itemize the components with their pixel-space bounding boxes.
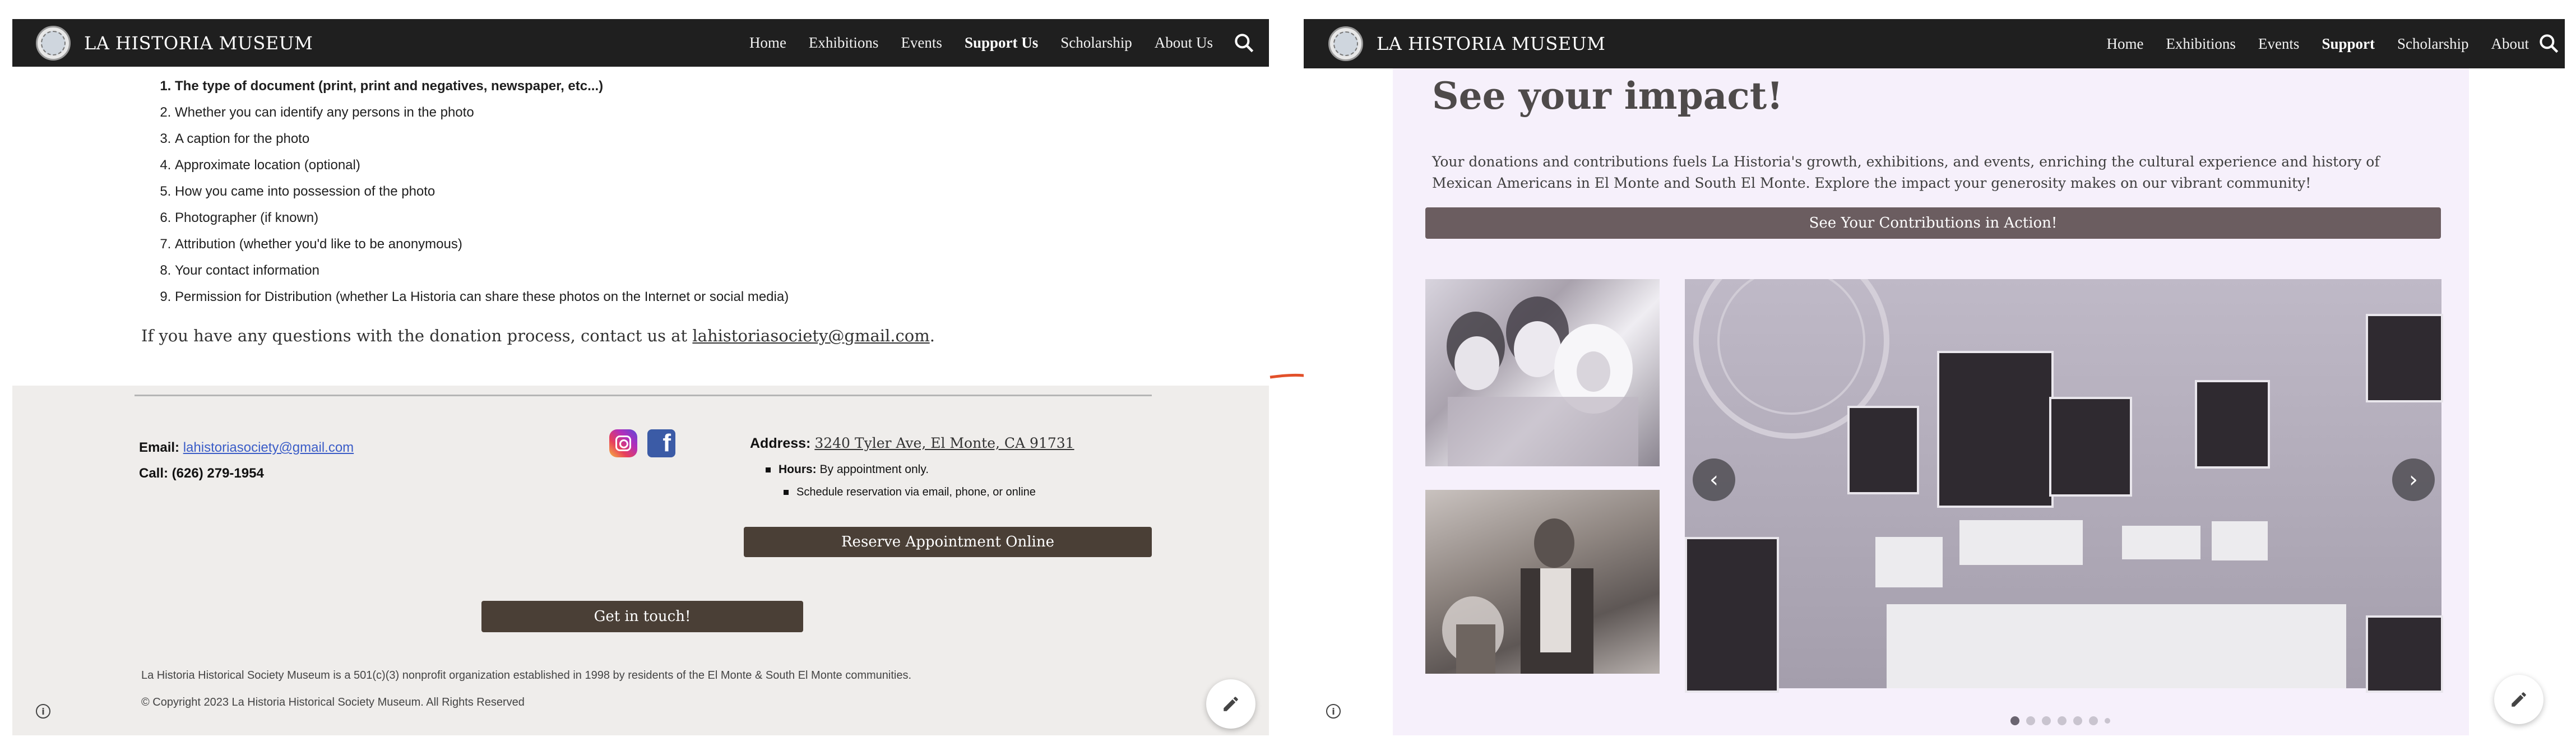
reserve-appointment-button[interactable]: Reserve Appointment Online xyxy=(744,527,1152,557)
exhibit-caption xyxy=(1959,520,2083,565)
nav-links: Home Exhibitions Events Support Us Schol… xyxy=(749,19,1213,67)
carousel-next-button[interactable]: › xyxy=(2392,458,2435,501)
list-item: A caption for the photo xyxy=(175,126,789,152)
man-portrait-art xyxy=(1442,518,1593,674)
carousel-dot[interactable] xyxy=(2026,716,2035,725)
carousel-prev-button[interactable]: ‹ xyxy=(1693,458,1735,501)
social-links: f xyxy=(609,429,675,457)
nav-about-us[interactable]: About Us xyxy=(1155,34,1213,52)
instagram-icon[interactable] xyxy=(609,429,637,457)
nav-home[interactable]: Home xyxy=(749,34,786,52)
nav-about[interactable]: About xyxy=(2491,35,2529,53)
navbar: LA HISTORIA MUSEUM Home Exhibitions Even… xyxy=(12,19,1269,67)
list-item: Approximate location (optional) xyxy=(175,152,789,178)
exhibit-text-panel xyxy=(1887,604,2346,688)
exhibit-caption xyxy=(1875,537,1943,587)
nav-events[interactable]: Events xyxy=(901,34,942,52)
address-link[interactable]: 3240 Tyler Ave, El Monte, CA 91731 xyxy=(814,435,1074,451)
carousel-dot[interactable] xyxy=(2042,716,2051,725)
site-footer: Email: lahistoriasociety@gmail.com Call:… xyxy=(12,386,1269,735)
children-photo-art xyxy=(1447,296,1638,466)
email-label: Email: xyxy=(139,440,180,455)
exhibit-frame xyxy=(2366,314,2443,402)
carousel-dot[interactable] xyxy=(2089,716,2098,725)
search-icon[interactable] xyxy=(1232,31,1257,55)
impact-section: See your impact! Your donations and cont… xyxy=(1393,68,2469,735)
nav-support-us[interactable]: Support Us xyxy=(965,34,1038,52)
nav-links: Home Exhibitions Events Support Scholars… xyxy=(2106,19,2529,68)
phone-text: Call: (626) 279-1954 xyxy=(139,466,264,481)
nav-exhibitions[interactable]: Exhibitions xyxy=(809,34,879,52)
question-text: If you have any questions with the donat… xyxy=(141,326,688,345)
site-title[interactable]: LA HISTORIA MUSEUM xyxy=(84,33,313,54)
question-end: . xyxy=(929,326,935,345)
footer-email-link[interactable]: lahistoriasociety@gmail.com xyxy=(183,440,354,455)
footer-divider xyxy=(135,395,1152,396)
logo-seal xyxy=(1333,31,1358,56)
donation-requirements-list: The type of document (print, print and n… xyxy=(152,73,789,310)
question-email-link[interactable]: lahistoriasociety@gmail.com xyxy=(692,326,929,345)
list-item: The type of document (print, print and n… xyxy=(175,73,789,99)
carousel-dot[interactable] xyxy=(2073,716,2082,725)
carousel-indicators xyxy=(2010,716,2110,725)
man-portrait-photo[interactable] xyxy=(1425,490,1660,674)
list-item: Your contact information xyxy=(175,257,789,284)
children-photo[interactable] xyxy=(1425,279,1660,466)
pencil-icon xyxy=(1224,697,1238,711)
contributions-carousel[interactable]: ‹ › xyxy=(1685,279,2443,693)
hours-block: Hours: By appointment only. Schedule res… xyxy=(766,458,1036,503)
museum-logo[interactable] xyxy=(1328,26,1363,61)
facebook-icon[interactable]: f xyxy=(647,429,675,457)
get-in-touch-button[interactable]: Get in touch! xyxy=(481,601,803,632)
edit-button[interactable] xyxy=(1206,679,1255,729)
donation-question: If you have any questions with the donat… xyxy=(141,326,935,345)
bullet-icon xyxy=(766,467,771,472)
address-label: Address: xyxy=(750,435,811,451)
nav-events[interactable]: Events xyxy=(2258,35,2300,53)
copyright-text: © Copyright 2023 La Historia Historical … xyxy=(141,696,525,708)
exhibit-frame xyxy=(2195,380,2270,469)
bullet-icon xyxy=(784,489,789,495)
list-item: Photographer (if known) xyxy=(175,205,789,231)
museum-logo[interactable] xyxy=(36,25,71,61)
carousel-dot[interactable] xyxy=(2058,716,2067,725)
list-item: Permission for Distribution (whether La … xyxy=(175,284,789,310)
exhibit-frame xyxy=(1937,351,2054,508)
exhibit-frame xyxy=(2049,397,2132,497)
nav-support[interactable]: Support xyxy=(2322,35,2375,53)
exhibit-frame xyxy=(1847,406,1919,494)
hours-value: By appointment only. xyxy=(819,463,929,476)
hours-sub: Schedule reservation via email, phone, o… xyxy=(796,486,1036,498)
list-item: How you came into possession of the phot… xyxy=(175,178,789,205)
nonprofit-statement: La Historia Historical Society Museum is… xyxy=(141,669,912,682)
search-icon[interactable] xyxy=(2537,31,2561,56)
impact-title: See your impact! xyxy=(1432,74,1783,118)
site-title[interactable]: LA HISTORIA MUSEUM xyxy=(1377,33,1605,54)
carousel-dot[interactable] xyxy=(2105,718,2110,724)
carousel-dot[interactable] xyxy=(2010,716,2019,725)
left-screenshot: LA HISTORIA MUSEUM Home Exhibitions Even… xyxy=(12,19,1269,735)
info-icon[interactable]: i xyxy=(36,704,50,719)
list-item: Whether you can identify any persons in … xyxy=(175,99,789,126)
edit-button[interactable] xyxy=(2494,675,2543,724)
exhibit-frame xyxy=(1685,537,1779,693)
navbar: LA HISTORIA MUSEUM Home Exhibitions Even… xyxy=(1304,19,2565,68)
logo-seal xyxy=(41,30,66,55)
nav-scholarship[interactable]: Scholarship xyxy=(2397,35,2469,53)
see-contributions-button[interactable]: See Your Contributions in Action! xyxy=(1425,207,2441,239)
list-item: Attribution (whether you'd like to be an… xyxy=(175,231,789,257)
nav-home[interactable]: Home xyxy=(2106,35,2143,53)
hours-label: Hours: xyxy=(779,463,817,476)
right-screenshot: LA HISTORIA MUSEUM Home Exhibitions Even… xyxy=(1304,19,2565,735)
contact-block: Email: lahistoriasociety@gmail.com Call:… xyxy=(139,435,354,486)
nav-scholarship[interactable]: Scholarship xyxy=(1060,34,1132,52)
pencil-icon xyxy=(2512,692,2526,707)
info-icon[interactable]: i xyxy=(1326,704,1341,719)
impact-description: Your donations and contributions fuels L… xyxy=(1432,154,2380,191)
address-block: Address: 3240 Tyler Ave, El Monte, CA 91… xyxy=(750,435,1074,452)
exhibit-caption xyxy=(2122,526,2200,559)
exhibit-caption xyxy=(2212,521,2268,560)
exhibit-frame xyxy=(2366,615,2443,693)
nav-exhibitions[interactable]: Exhibitions xyxy=(2166,35,2236,53)
